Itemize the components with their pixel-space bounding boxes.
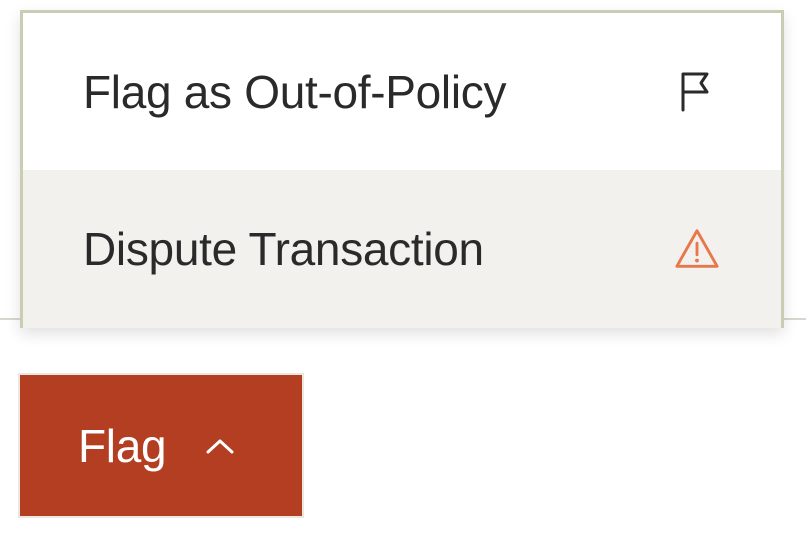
menu-item-label: Flag as Out-of-Policy [83,65,507,118]
flag-button[interactable]: Flag [18,373,304,518]
menu-item-flag-out-of-policy[interactable]: Flag as Out-of-Policy [23,13,781,170]
chevron-up-icon [204,436,236,456]
menu-item-dispute-transaction[interactable]: Dispute Transaction [23,170,781,328]
warning-icon [673,225,721,273]
flag-icon [673,68,721,116]
menu-item-label: Dispute Transaction [83,223,484,275]
page: Flag as Out-of-Policy Dispute Transactio… [0,0,806,536]
flag-dropdown-menu: Flag as Out-of-Policy Dispute Transactio… [20,10,784,328]
flag-button-label: Flag [78,419,167,472]
